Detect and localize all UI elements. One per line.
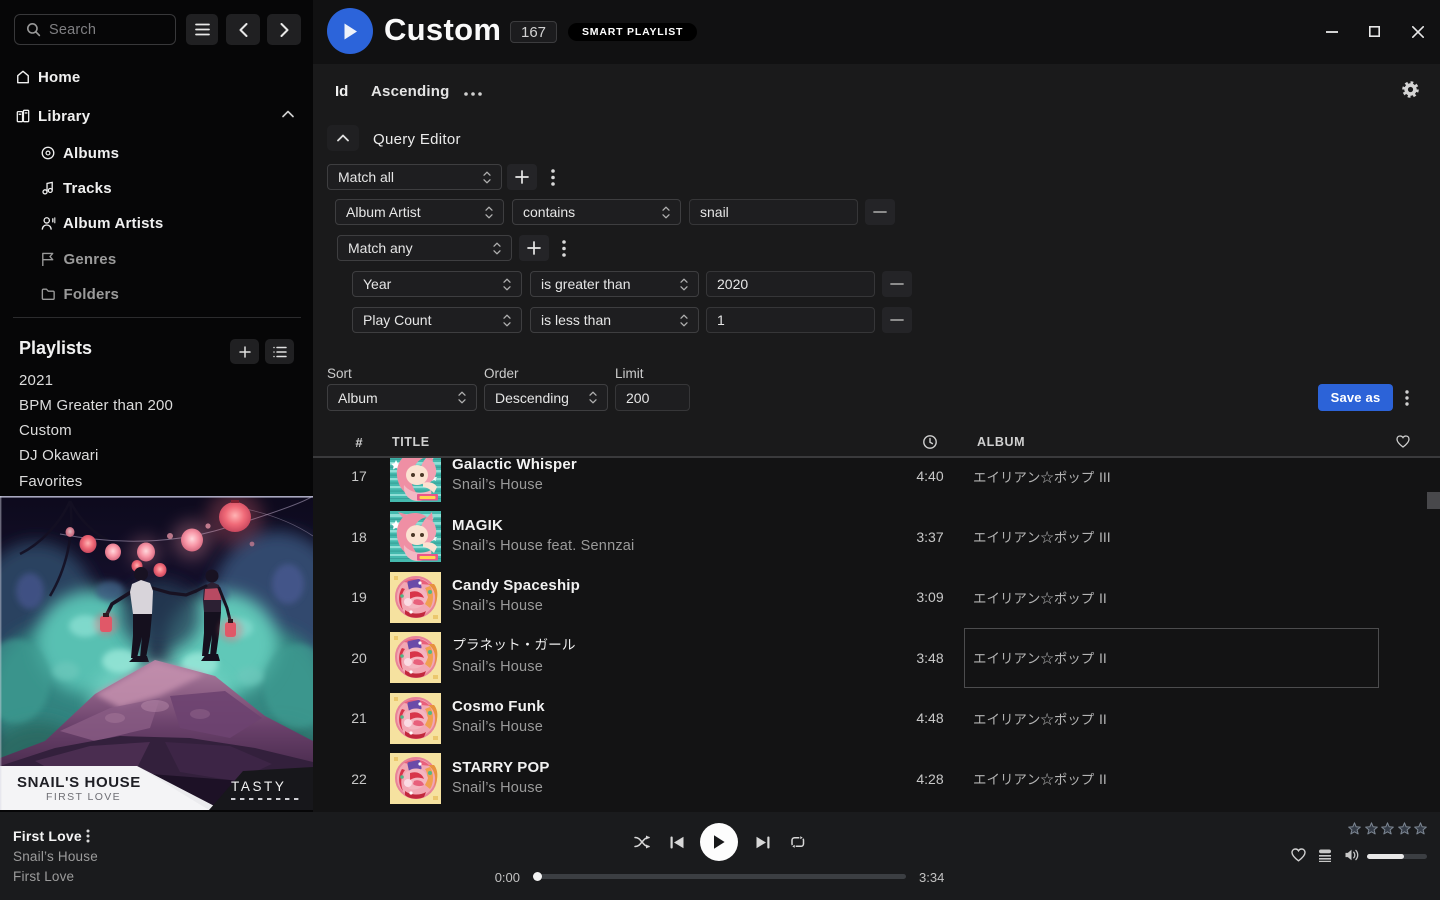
svg-text:SNAIL'S HOUSE: SNAIL'S HOUSE <box>17 774 141 791</box>
svg-text:TASTY: TASTY <box>231 779 287 794</box>
svg-text:FIRST LOVE: FIRST LOVE <box>46 791 121 803</box>
